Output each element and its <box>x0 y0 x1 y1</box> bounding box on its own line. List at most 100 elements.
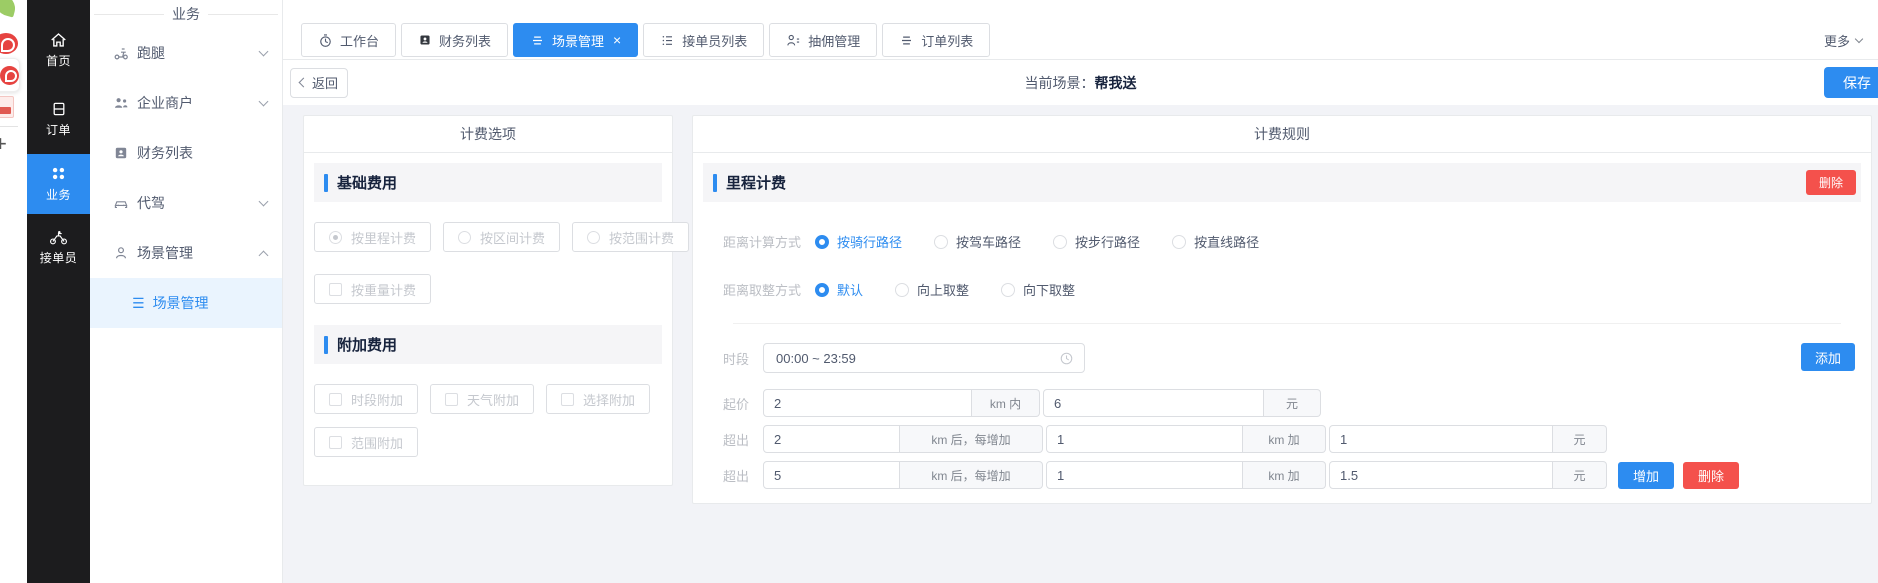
option-by-mileage[interactable]: 按里程计费 <box>314 222 431 252</box>
current-scene-value: 帮我送 <box>1095 75 1137 91</box>
chevron-up-icon <box>259 250 269 260</box>
sidebar-item-home[interactable]: 首页 <box>27 24 90 77</box>
addon-km-after-each: km 后，每增加 <box>900 461 1043 489</box>
option-by-weight[interactable]: 按重量计费 <box>314 274 431 304</box>
tab-bar: 工作台 财务列表 场景管理 × 接单员列表 <box>283 0 1878 60</box>
tab-workbench[interactable]: 工作台 <box>301 23 396 57</box>
extra-fee-section-header: 附加费用 <box>314 325 662 364</box>
person-icon <box>113 245 129 261</box>
submenu-subitem-label: 场景管理 <box>153 293 209 313</box>
radio-round-default[interactable]: 默认 <box>815 280 863 299</box>
delete-tier-button[interactable]: 删除 <box>1683 462 1739 489</box>
content-area: 计费选项 基础费用 按里程计费 按区间计费 <box>283 105 1878 583</box>
radio-label: 按步行路径 <box>1075 232 1140 251</box>
clock-icon <box>1059 351 1074 366</box>
exceed1-step-input[interactable] <box>1046 425 1243 453</box>
primary-sidebar: 首页 订单 业务 接单员 <box>27 0 90 583</box>
option-weather-surcharge[interactable]: 天气附加 <box>430 384 534 414</box>
option-label: 按区间计费 <box>480 228 545 247</box>
time-range-picker[interactable] <box>763 343 1085 373</box>
radio-driving-route[interactable]: 按驾车路径 <box>934 232 1021 251</box>
exceed2-price-input[interactable] <box>1329 461 1553 489</box>
sidebar-item-business-active[interactable]: 业务 <box>27 154 90 214</box>
tab-commission-management[interactable]: 抽佣管理 <box>769 23 877 57</box>
radio-icon <box>895 283 909 297</box>
checkbox-icon <box>445 393 458 406</box>
checkbox-icon <box>329 283 342 296</box>
base-price-input[interactable] <box>1043 389 1264 417</box>
leaf-icon[interactable] <box>0 0 18 18</box>
tab-order-list[interactable]: 订单列表 <box>882 23 990 57</box>
sidebar-item-couriers[interactable]: 接单员 <box>27 222 90 274</box>
add-time-period-button[interactable]: 添加 <box>1801 343 1855 371</box>
base-fee-section-header: 基础费用 <box>314 163 662 202</box>
chevron-down-icon <box>259 47 269 57</box>
option-label: 按里程计费 <box>351 228 416 247</box>
submenu-item-scene-management[interactable]: 场景管理 <box>90 228 282 278</box>
exceed2-distance-input[interactable] <box>763 461 900 489</box>
scooter-icon <box>113 45 129 61</box>
save-button[interactable]: 保存 <box>1824 67 1878 98</box>
close-icon[interactable]: × <box>613 33 621 47</box>
list-icon <box>660 33 675 48</box>
tab-label: 财务列表 <box>439 31 491 50</box>
section-title: 里程计费 <box>726 172 786 193</box>
option-label: 按重量计费 <box>351 280 416 299</box>
submenu-item-finance-list[interactable]: 财务列表 <box>90 128 282 178</box>
option-range-surcharge[interactable]: 范围附加 <box>314 427 418 457</box>
submenu-item-driving[interactable]: 代驾 <box>90 178 282 228</box>
option-select-surcharge[interactable]: 选择附加 <box>546 384 650 414</box>
red-app-icon[interactable] <box>0 58 20 92</box>
section-title: 基础费用 <box>337 172 397 193</box>
plus-icon[interactable]: + <box>0 131 7 157</box>
radio-walking-route[interactable]: 按步行路径 <box>1053 232 1140 251</box>
tab-scene-management-active[interactable]: 场景管理 × <box>513 23 638 57</box>
apps-grid-icon <box>50 165 67 182</box>
option-time-surcharge[interactable]: 时段附加 <box>314 384 418 414</box>
radio-icon <box>458 231 471 244</box>
edge-quick-bar: + <box>0 0 27 583</box>
submenu-item-label: 场景管理 <box>137 243 260 263</box>
exceed-label: 超出 <box>723 466 749 485</box>
addon-km-add: km 加 <box>1243 461 1326 489</box>
sidebar-item-label: 订单 <box>46 121 71 138</box>
home-icon <box>50 32 67 48</box>
delete-section-button[interactable]: 删除 <box>1806 170 1856 195</box>
billing-options-panel: 计费选项 基础费用 按里程计费 按区间计费 <box>303 115 673 486</box>
radio-selected-icon <box>815 235 829 249</box>
distance-calc-row: 距离计算方式 按骑行路径 按驾车路径 按步行路径 <box>703 232 1861 251</box>
pdf-doc-icon[interactable] <box>0 96 14 118</box>
radio-round-down[interactable]: 向下取整 <box>1001 280 1075 299</box>
radio-straight-line-route[interactable]: 按直线路径 <box>1172 232 1259 251</box>
radio-riding-route[interactable]: 按骑行路径 <box>815 232 902 251</box>
red-badge-icon[interactable] <box>0 33 18 54</box>
tab-courier-list[interactable]: 接单员列表 <box>643 23 764 57</box>
tab-finance-list[interactable]: 财务列表 <box>401 23 508 57</box>
more-tabs-dropdown[interactable]: 更多 <box>1824 23 1870 50</box>
sidebar-item-label: 接单员 <box>40 249 78 266</box>
addon-km-add: km 加 <box>1243 425 1326 453</box>
submenu-subitem-scene-management-active[interactable]: ☰ 场景管理 <box>90 278 282 328</box>
option-by-range[interactable]: 按范围计费 <box>572 222 689 252</box>
chevron-left-icon <box>299 78 309 88</box>
submenu-item-enterprise-merchants[interactable]: 企业商户 <box>90 78 282 128</box>
base-distance-input[interactable] <box>763 389 972 417</box>
radio-icon <box>1053 235 1067 249</box>
time-range-input[interactable] <box>764 351 1059 366</box>
radio-selected-disabled-icon <box>329 231 342 244</box>
current-scene: 当前场景：帮我送 <box>1025 73 1137 93</box>
addon-km-after-each: km 后，每增加 <box>900 425 1043 453</box>
exceed1-distance-input[interactable] <box>763 425 900 453</box>
radio-label: 默认 <box>837 280 863 299</box>
checkbox-icon <box>561 393 574 406</box>
option-by-interval[interactable]: 按区间计费 <box>443 222 560 252</box>
main-area: 工作台 财务列表 场景管理 × 接单员列表 <box>283 0 1878 583</box>
radio-round-up[interactable]: 向上取整 <box>895 280 969 299</box>
back-button[interactable]: 返回 <box>290 68 348 98</box>
sidebar-item-orders[interactable]: 订单 <box>27 93 90 146</box>
exceed1-price-input[interactable] <box>1329 425 1553 453</box>
submenu-item-errand[interactable]: 跑腿 <box>90 28 282 78</box>
exceed2-step-input[interactable] <box>1046 461 1243 489</box>
add-tier-button[interactable]: 增加 <box>1618 462 1674 489</box>
submenu-item-label: 代驾 <box>137 193 260 213</box>
